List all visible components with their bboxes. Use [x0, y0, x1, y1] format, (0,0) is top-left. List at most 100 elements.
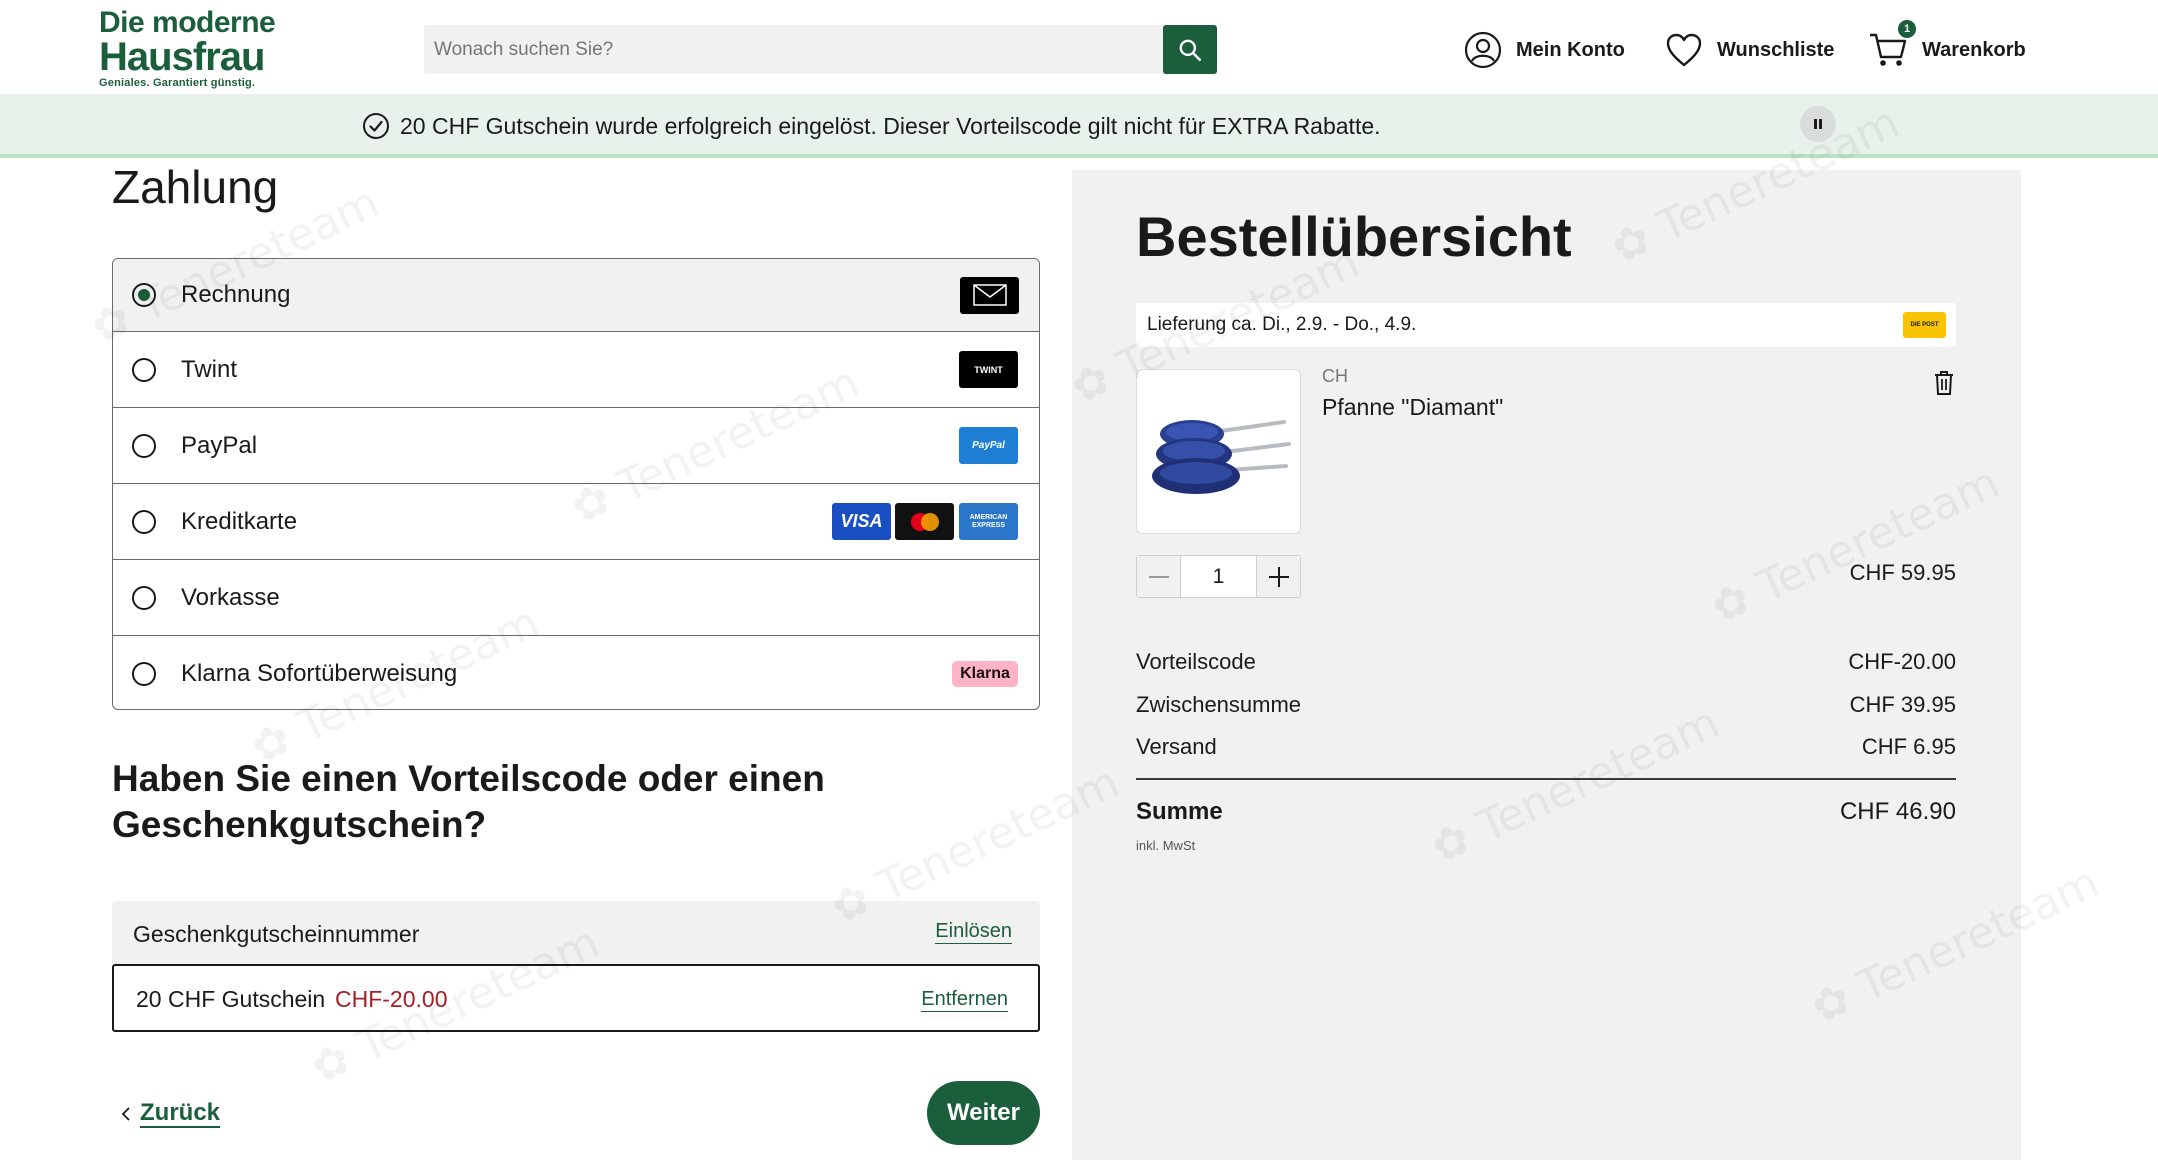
payment-option-paypal[interactable]: PayPal PayPal — [113, 408, 1039, 484]
radio-button[interactable] — [132, 509, 156, 534]
visa-logo-text: VISA — [840, 511, 883, 531]
payment-option-label: Rechnung — [181, 281, 291, 308]
search-button[interactable] — [1163, 25, 1217, 74]
product-price: CHF 59.95 — [1849, 560, 1956, 585]
applied-voucher-name: 20 CHF Gutschein — [136, 986, 326, 1012]
site-header: Die moderne Hausfrau Geniales. Garantier… — [0, 0, 2158, 94]
gift-card-input-row[interactable]: Geschenkgutscheinnummer Einlösen — [112, 901, 1040, 964]
account-link[interactable]: Mein Konto — [1464, 30, 1625, 70]
amex-logo-text: AMERICAN EXPRESS — [969, 513, 1008, 529]
summary-total: Summe CHF 46.90 — [1136, 798, 1956, 826]
payment-option-rechnung[interactable]: Rechnung — [113, 259, 1039, 332]
radio-button[interactable] — [132, 433, 156, 458]
increase-quantity-button[interactable] — [1257, 556, 1300, 597]
summary-line-value: CHF 39.95 — [1849, 692, 1956, 717]
minus-icon — [1148, 575, 1169, 578]
redeem-button[interactable]: Einlösen — [935, 919, 1012, 944]
paypal-logo: PayPal — [959, 427, 1018, 464]
remove-voucher-button[interactable]: Entfernen — [921, 987, 1008, 1012]
quantity-value[interactable]: 1 — [1180, 556, 1257, 597]
decrease-quantity-button[interactable] — [1137, 556, 1180, 597]
summary-divider — [1136, 778, 1956, 780]
banner-message: 20 CHF Gutschein wurde erfolgreich einge… — [362, 108, 1381, 144]
radio-button-selected[interactable] — [132, 283, 156, 307]
banner-pause-button[interactable] — [1800, 106, 1836, 142]
voucher-section-title: Haben Sie einen Vorteilscode oder einen … — [112, 758, 825, 845]
pan-set-image — [1151, 419, 1291, 494]
summary-line-value: CHF 6.95 — [1861, 734, 1956, 759]
back-link[interactable]: Zurück — [120, 1099, 221, 1128]
voucher-success-banner: 20 CHF Gutschein wurde erfolgreich einge… — [0, 94, 2158, 158]
radio-button[interactable] — [132, 585, 156, 610]
summary-line-value: CHF-20.00 — [1848, 649, 1956, 674]
chevron-left-icon — [121, 1107, 130, 1121]
user-icon — [1464, 31, 1502, 69]
product-country: CH — [1322, 366, 1348, 386]
total-label: Summe — [1136, 798, 1223, 825]
klarna-logo: Klarna — [952, 660, 1018, 687]
total-value: CHF 46.90 — [1839, 798, 1956, 825]
klarna-logo-text: Klarna — [960, 664, 1010, 682]
logo-tagline: Geniales. Garantiert günstig. — [99, 77, 256, 89]
amex-logo: AMERICAN EXPRESS — [959, 503, 1018, 540]
swiss-post-logo-text: DIE POST — [1910, 322, 1939, 328]
wishlist-link[interactable]: Wunschliste — [1665, 30, 1834, 70]
product-name[interactable]: Pfanne "Diamant" — [1322, 394, 1503, 421]
radio-button[interactable] — [132, 661, 156, 686]
product-image[interactable] — [1136, 369, 1301, 534]
payment-option-vorkasse[interactable]: Vorkasse — [113, 560, 1039, 636]
trash-icon — [1935, 371, 1953, 395]
cart-label: Warenkorb — [1922, 38, 2026, 61]
summary-line-discount: Vorteilscode CHF-20.00 — [1136, 649, 1956, 675]
check-circle-icon — [363, 113, 389, 139]
radio-button[interactable] — [132, 357, 156, 382]
summary-line-subtotal: Zwischensumme CHF 39.95 — [1136, 692, 1956, 718]
logo-line-2: Hausfrau — [99, 35, 265, 79]
delivery-estimate-text: Lieferung ca. Di., 2.9. - Do., 4.9. — [1147, 314, 1417, 335]
payment-title: Zahlung — [112, 161, 279, 213]
payment-option-twint[interactable]: Twint TWINT — [113, 332, 1039, 408]
gift-card-input-label: Geschenkgutscheinnummer — [133, 921, 420, 947]
search-icon — [1179, 39, 1202, 61]
delivery-estimate: Lieferung ca. Di., 2.9. - Do., 4.9. DIE … — [1136, 303, 1956, 347]
swiss-post-logo: DIE POST — [1903, 312, 1946, 338]
site-logo[interactable]: Die moderne Hausfrau Geniales. Garantier… — [99, 8, 279, 92]
payment-option-label: Kreditkarte — [181, 507, 298, 535]
quantity-stepper: 1 — [1136, 555, 1301, 598]
summary-line-label: Zwischensumme — [1136, 692, 1302, 717]
account-label: Mein Konto — [1516, 38, 1625, 61]
search-bar — [424, 25, 1217, 74]
payment-option-kreditkarte[interactable]: Kreditkarte VISA AMERICAN EXPRESS — [113, 484, 1039, 560]
pause-icon — [1814, 119, 1822, 129]
summary-line-label: Vorteilscode — [1136, 649, 1256, 674]
next-button[interactable]: Weiter — [927, 1081, 1040, 1145]
visa-logo: VISA — [832, 503, 891, 540]
banner-text: 20 CHF Gutschein wurde erfolgreich einge… — [400, 112, 1381, 139]
remove-item-button[interactable] — [1932, 370, 1956, 396]
twint-logo-text: TWINT — [974, 364, 1003, 375]
search-input[interactable] — [424, 25, 1164, 74]
twint-logo: TWINT — [959, 351, 1018, 388]
heart-icon — [1666, 33, 1702, 67]
cart-count-badge: 1 — [1898, 20, 1916, 38]
mail-icon — [960, 276, 1019, 314]
cart-link[interactable]: Warenkorb — [1868, 30, 2026, 70]
tax-note: inkl. MwSt — [1136, 838, 1196, 853]
wishlist-label: Wunschliste — [1717, 38, 1835, 61]
applied-voucher: 20 CHF Gutschein CHF-20.00 Entfernen — [112, 964, 1040, 1032]
payment-option-klarna[interactable]: Klarna Sofortüberweisung Klarna — [113, 636, 1039, 709]
payment-option-label: Twint — [181, 355, 238, 383]
order-summary-title: Bestellübersicht — [1136, 205, 1572, 268]
summary-line-shipping: Versand CHF 6.95 — [1136, 734, 1956, 760]
payment-option-label: Klarna Sofortüberweisung — [181, 659, 458, 687]
payment-methods: Rechnung Twint TWINT PayPal PayPal Kredi… — [112, 258, 1040, 710]
payment-option-label: PayPal — [181, 431, 258, 459]
summary-line-label: Versand — [1136, 734, 1217, 759]
back-label: Zurück — [140, 1099, 221, 1128]
applied-voucher-amount: CHF-20.00 — [335, 986, 448, 1012]
payment-option-label: Vorkasse — [181, 583, 280, 611]
logo-line-1: Die moderne — [99, 6, 276, 39]
mastercard-logo — [895, 503, 954, 540]
plus-icon — [1268, 566, 1289, 587]
paypal-logo-text: PayPal — [972, 440, 1005, 451]
